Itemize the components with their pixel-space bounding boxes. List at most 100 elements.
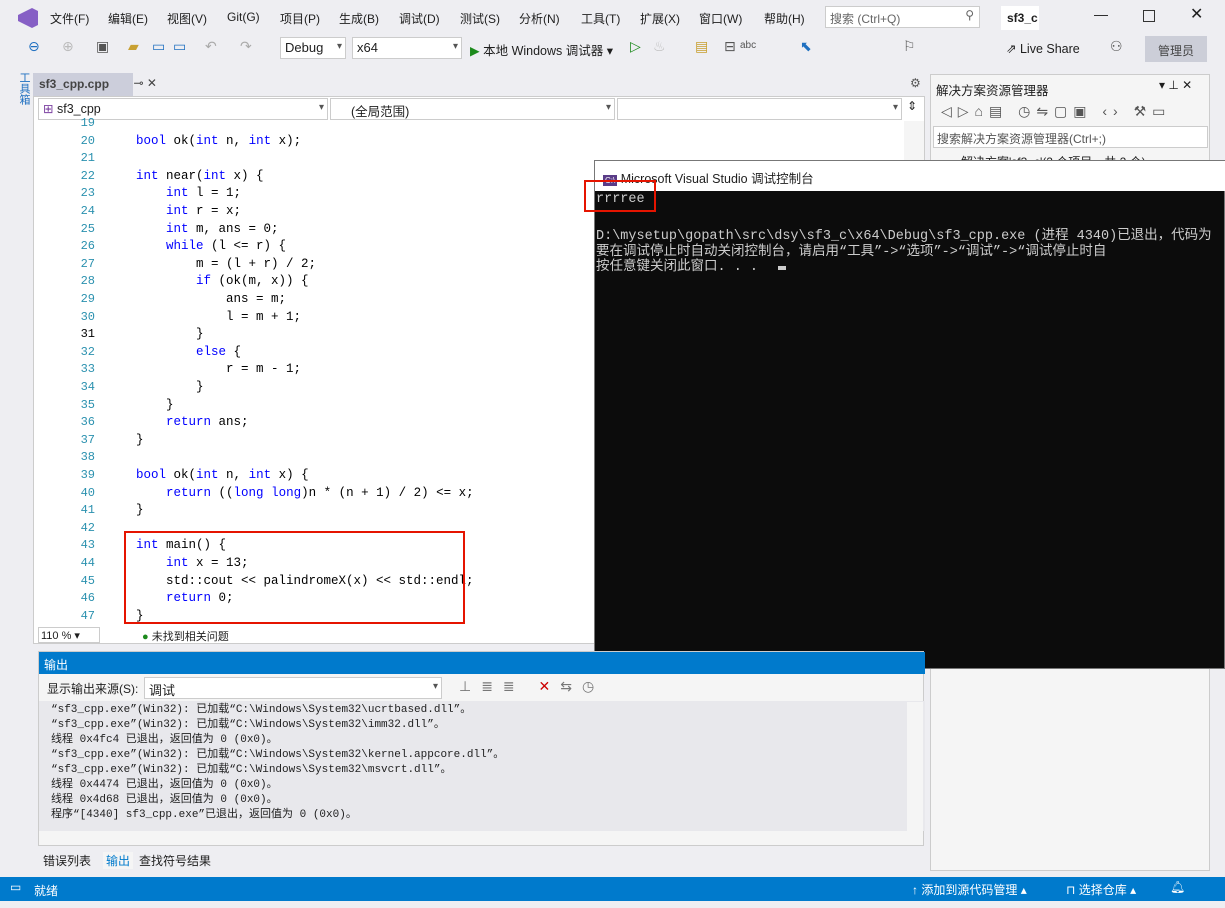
menu-item[interactable]: 项目(P) (280, 10, 320, 27)
code-line[interactable]: ans = m; (136, 292, 286, 306)
menu-item[interactable]: 扩展(X) (640, 10, 680, 27)
select-repo-button[interactable]: ⊓ 选择仓库 ▴ (1066, 881, 1136, 898)
forward-icon[interactable]: ⊕ (62, 38, 74, 55)
save-all-icon[interactable]: ▭ (173, 38, 186, 55)
menu-item[interactable]: Git(G) (227, 10, 260, 24)
search-placeholder: 搜索 (Ctrl+Q) (830, 12, 901, 26)
close-tab-icon[interactable]: ⊸ ✕ (134, 76, 157, 90)
code-line[interactable]: int near(int x) { (136, 169, 264, 183)
open-folder-icon[interactable]: ▰ (128, 38, 139, 55)
config-select[interactable]: Debug (280, 37, 346, 59)
start-without-debug-icon[interactable]: ▷ (630, 38, 641, 55)
up-arrow-icon: ↑ (912, 883, 918, 897)
code-line[interactable]: m = (l + r) / 2; (136, 257, 316, 271)
menu-item[interactable]: 测试(S) (460, 10, 500, 27)
live-share-button[interactable]: ⇗ Live Share (1006, 41, 1080, 56)
feedback-icon[interactable]: ⚇ (1110, 38, 1123, 55)
code-line[interactable]: bool ok(int n, int x) { (136, 468, 309, 482)
find-in-files-icon[interactable]: ▤ (695, 38, 708, 55)
new-project-icon[interactable]: ▣ (96, 38, 109, 55)
select-icon[interactable]: ⬉ (800, 38, 812, 55)
line-number: 34 (80, 380, 95, 394)
code-line[interactable]: } (136, 398, 174, 412)
split-icon[interactable]: ⇕ (907, 99, 917, 113)
save-icon[interactable]: ▭ (152, 38, 165, 55)
panel-controls-icon[interactable]: ▾ ⊥ ✕ (1159, 78, 1192, 92)
bookmark-icon[interactable]: ⚐ (903, 38, 916, 55)
output-scrollbar[interactable] (907, 702, 923, 832)
minimize-button[interactable]: — (1094, 6, 1108, 22)
line-number: 30 (80, 309, 95, 324)
solution-search-input[interactable]: 搜索解决方案资源管理器(Ctrl+;) (933, 126, 1208, 148)
code-line[interactable]: int r = x; (136, 204, 241, 218)
bottom-tab[interactable]: 错误列表 (43, 852, 91, 869)
search-input[interactable]: 搜索 (Ctrl+Q) ⚲ (825, 6, 980, 28)
share-icon: ⇗ (1006, 42, 1017, 56)
line-number: 23 (80, 186, 95, 201)
menu-item[interactable]: 分析(N) (519, 10, 560, 27)
line-number: 26 (80, 239, 95, 254)
issues-status[interactable]: ● 未找到相关问题 (142, 628, 229, 644)
menu-item[interactable]: 视图(V) (167, 10, 207, 27)
bottom-tab[interactable]: 查找符号结果 (139, 852, 211, 869)
platform-select[interactable]: x64 (352, 37, 462, 59)
solution-explorer-title: 解决方案资源管理器 (936, 84, 1049, 98)
add-source-control-button[interactable]: ↑ 添加到源代码管理 ▴ (912, 881, 1027, 898)
zoom-select[interactable]: 110 % ▾ (38, 627, 100, 643)
live-share-label: Live Share (1019, 42, 1080, 56)
run-debugger-button[interactable]: ▶ 本地 Windows 调试器 ▾ (470, 40, 613, 59)
window-layout-icon[interactable]: ⊟ (724, 38, 736, 55)
undo-icon[interactable]: ↶ (205, 38, 217, 55)
admin-badge[interactable]: 管理员 (1145, 36, 1207, 62)
settings-icon[interactable]: ⚙ (910, 76, 921, 90)
spell-check-icon[interactable]: abc (740, 40, 756, 51)
line-number: 39 (80, 468, 95, 482)
run-label: 本地 Windows 调试器 (483, 44, 604, 58)
menu-item[interactable]: 生成(B) (339, 10, 379, 27)
editor-tab[interactable]: sf3_cpp.cpp ⊸ ✕ (33, 73, 157, 96)
menu-item[interactable]: 窗口(W) (699, 10, 742, 27)
code-line[interactable]: bool ok(int n, int x); (136, 134, 301, 148)
code-line[interactable]: int l = 1; (136, 186, 241, 200)
menu-item[interactable]: 调试(D) (399, 10, 440, 27)
menu-item[interactable]: 工具(T) (581, 10, 620, 27)
code-line[interactable]: } (136, 327, 204, 341)
highlight-box-main (124, 531, 465, 624)
output-source-select[interactable]: 调试 (144, 677, 442, 699)
scope-nav-select[interactable]: (全局范围) (330, 98, 615, 120)
code-line[interactable]: l = m + 1; (136, 310, 301, 324)
maximize-button[interactable] (1143, 10, 1155, 22)
menu-item[interactable]: 帮助(H) (764, 10, 805, 27)
code-line[interactable]: int m, ans = 0; (136, 222, 279, 236)
menu-item[interactable]: 文件(F) (50, 10, 89, 27)
line-number: 20 (80, 133, 95, 148)
menu-bar: 文件(F) 编辑(E) 视图(V) Git(G) 项目(P) 生成(B) 调试(D) 测试(S… (0, 0, 1225, 36)
toolbox-rail[interactable]: 工具箱 (14, 72, 32, 122)
code-line[interactable]: return ans; (136, 415, 249, 429)
code-line[interactable]: } (136, 380, 204, 394)
member-nav-select[interactable] (617, 98, 902, 120)
code-line[interactable]: while (l <= r) { (136, 239, 286, 253)
tab-label: sf3_cpp.cpp (39, 77, 110, 91)
redo-icon[interactable]: ↷ (240, 38, 252, 55)
output-toolbar-icons[interactable]: ⊥≣≣ ✕⇆◷ (459, 678, 604, 695)
search-icon: ⚲ (965, 8, 974, 22)
menu-item[interactable]: 编辑(E) (108, 10, 148, 27)
play-icon: ▶ (470, 44, 480, 58)
code-line[interactable]: if (ok(m, x)) { (136, 274, 309, 288)
code-line[interactable]: } (136, 503, 144, 517)
code-line[interactable]: r = m - 1; (136, 362, 301, 376)
close-button[interactable]: ✕ (1190, 4, 1203, 24)
scope-nav-label: (全局范围) (351, 105, 410, 119)
back-icon[interactable]: ⊖ (28, 38, 40, 55)
code-line[interactable]: return ((long long)n * (n + 1) / 2) <= x… (136, 486, 474, 500)
source-control-label: 添加到源代码管理 (921, 883, 1018, 897)
output-line: “sf3_cpp.exe”(Win32): 已加载“C:\Windows\Sys… (51, 764, 452, 776)
code-line[interactable]: else { (136, 345, 241, 359)
hot-reload-icon[interactable]: ♨ (653, 38, 666, 55)
output-line: 线程 0x4fc4 已退出，返回值为 0 (0x0)。 (51, 734, 278, 746)
repo-icon: ⊓ (1066, 883, 1076, 897)
code-line[interactable]: } (136, 433, 144, 447)
bottom-tab[interactable]: 输出 (103, 852, 134, 869)
notification-bell-icon[interactable]: 🔔︎ (1170, 880, 1185, 894)
